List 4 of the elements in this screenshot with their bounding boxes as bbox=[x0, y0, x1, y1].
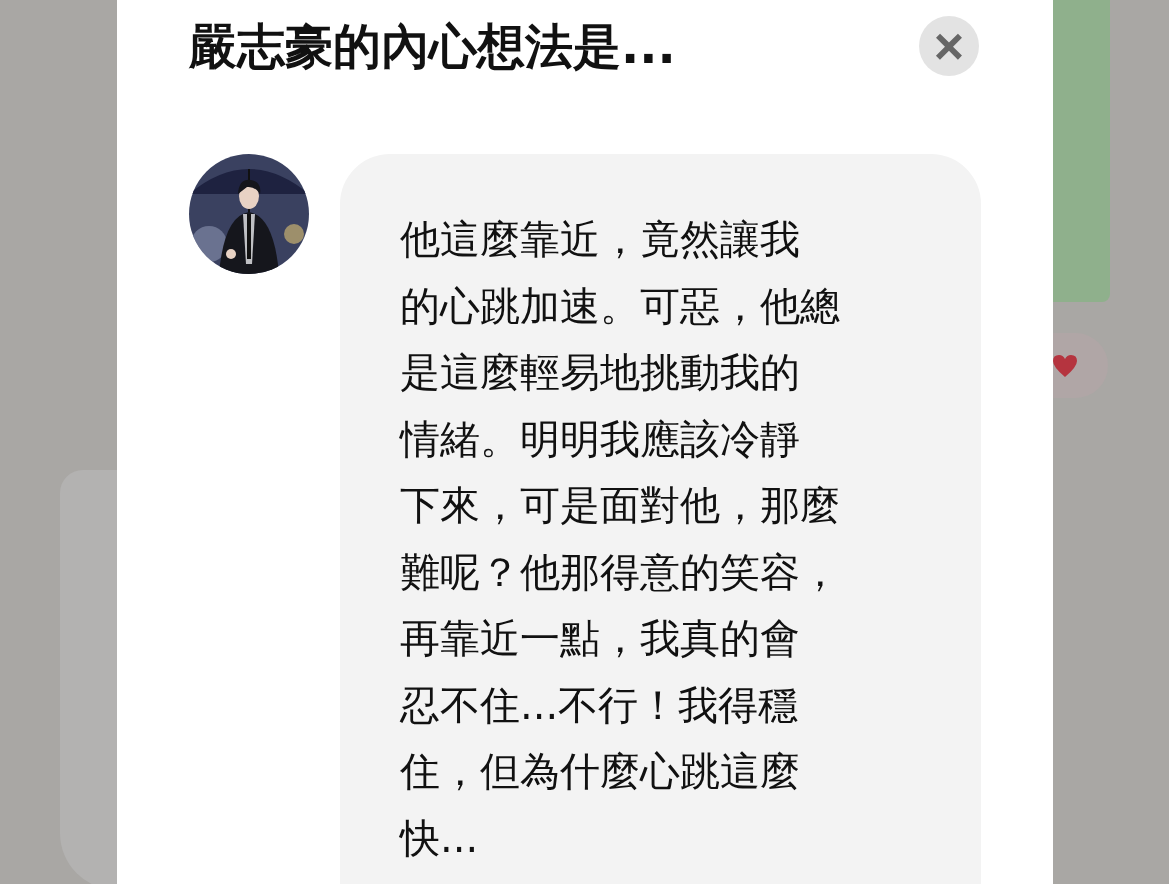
heart-icon[interactable] bbox=[1053, 354, 1077, 377]
thought-text: 他這麼靠近，竟然讓我 的心跳加速。可惡，他總 是這麼輕易地挑動我的 情緒。明明我應該冷靜 下來，可是面對他，那麼 難呢？他那得意的笑容， 再靠近一點，我真的會 忍不住...不行！我得穩 住，但為什麼心跳這麼 快... bbox=[400, 215, 841, 863]
dialog-title: 嚴志豪的內心想法是... bbox=[189, 17, 676, 76]
close-button[interactable]: × bbox=[919, 16, 979, 76]
